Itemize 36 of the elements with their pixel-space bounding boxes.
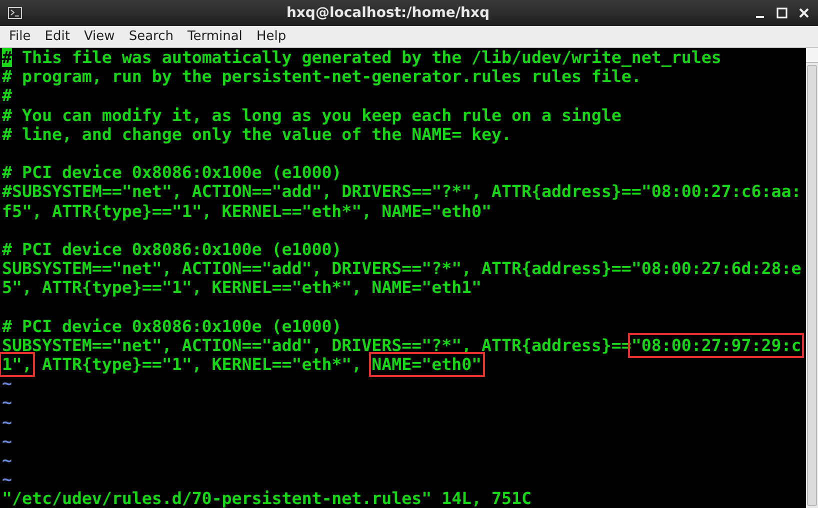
scroll-thumb[interactable] (807, 65, 817, 506)
code-text: SUBSYSTEM=="net", ACTION=="add", DRIVERS=="?*", ATTR{address}=="08:00:27:6d:28:e (2, 259, 802, 278)
tilde-marker: ~ (2, 450, 12, 470)
terminal-icon (8, 7, 22, 19)
code-text: # You can modify it, as long as you keep each rule on a single (2, 106, 622, 125)
highlighted-text: 1", (2, 355, 32, 374)
tilde-marker: ~ (2, 412, 12, 432)
code-text: # (2, 86, 12, 106)
code-text: This file was automatically generated by the /lib/udev/write_net_rules (20, 48, 722, 68)
maximize-button[interactable] (776, 7, 788, 19)
menu-item[interactable]: Terminal (180, 29, 250, 44)
code-text: # PCI device 0x8086:0x100e (e1000) (2, 240, 342, 260)
cursor-character: # (2, 48, 12, 68)
menu-item[interactable]: Search (122, 29, 180, 44)
menu-item[interactable]: File (2, 29, 38, 44)
menu-item[interactable]: Edit (38, 29, 77, 44)
code-text: # line, and change only the value of the NAME= key. (2, 124, 512, 144)
code-text: # program, run by the persistent-net-generator.rules rules file. (2, 67, 642, 86)
window-title: hxq@localhost:/home/hxq (285, 5, 491, 21)
tilde-marker: ~ (2, 374, 12, 394)
code-text: # PCI device 0x8086:0x100e (e1000) (2, 316, 342, 336)
highlighted-text: "08:00:27:97:29:c (631, 336, 802, 356)
menu-item[interactable]: Help (249, 29, 294, 44)
code-text: 5", ATTR{type}=="1", KERNEL=="eth*", NAME="eth1" (2, 278, 482, 298)
highlighted-text: NAME="eth0" (372, 355, 482, 374)
scrollbar[interactable] (806, 48, 818, 508)
code-text: #SUBSYSTEM=="net", ACTION=="add", DRIVERS=="?*", ATTR{address}=="08:00:27:c6:aa: (2, 182, 802, 202)
tilde-marker: ~ (2, 432, 12, 451)
tilde-marker: ~ (2, 470, 12, 490)
code-text: ATTR{type}=="1", KERNEL=="eth*", (40, 355, 363, 374)
tilde-marker: ~ (2, 393, 12, 413)
close-button[interactable] (798, 7, 810, 19)
code-text: f5", ATTR{type}=="1", KERNEL=="eth*", NAME="eth0" (2, 202, 492, 221)
menu-item[interactable]: View (76, 29, 122, 44)
status-line: "/etc/udev/rules.d/70-persistent-net.rules" 14L, 751C (2, 489, 532, 508)
code-text: # PCI device 0x8086:0x100e (e1000) (2, 163, 342, 182)
